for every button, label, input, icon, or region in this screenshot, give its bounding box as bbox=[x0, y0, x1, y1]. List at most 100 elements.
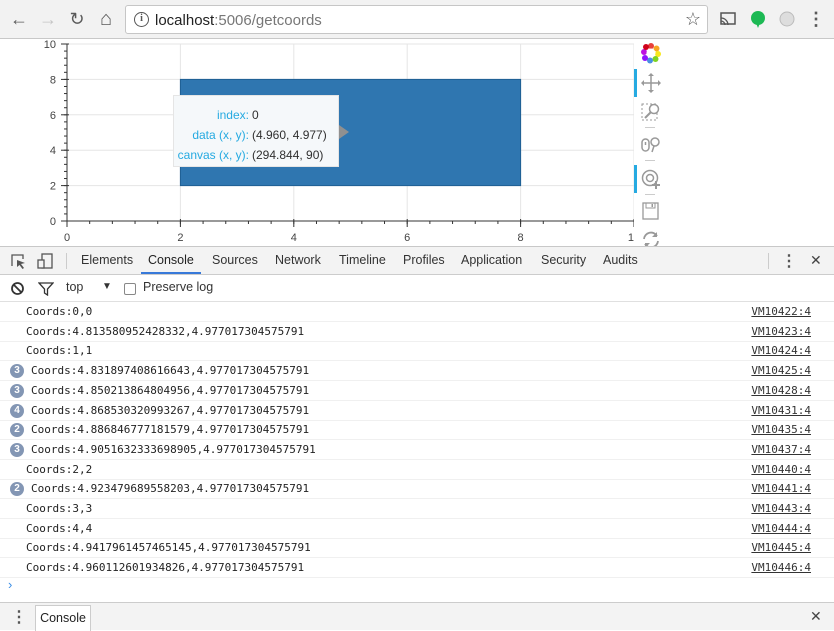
y-tick-label: 6 bbox=[50, 110, 56, 122]
log-source-link[interactable]: VM10425:4 bbox=[751, 361, 811, 380]
console-log-row: 3 Coords:4.831897408616643,4.977017304575… bbox=[0, 361, 834, 382]
tabbar-divider bbox=[768, 253, 769, 269]
context-selector[interactable]: top bbox=[66, 280, 83, 294]
bokeh-toolbar bbox=[634, 39, 668, 249]
wheel-zoom-tool-icon[interactable] bbox=[640, 134, 662, 156]
log-message: Coords:4.9417961457465145,4.977017304575… bbox=[26, 541, 311, 555]
device-toolbar-icon[interactable] bbox=[36, 252, 54, 270]
repeat-count-badge: 4 bbox=[10, 403, 24, 418]
reload-button[interactable]: ↻ bbox=[66, 8, 88, 30]
tab-console[interactable]: Console bbox=[141, 247, 201, 274]
bookmark-star-icon[interactable]: ☆ bbox=[685, 9, 701, 30]
site-info-icon[interactable]: i bbox=[134, 12, 149, 27]
forward-button[interactable]: → bbox=[37, 8, 59, 30]
cast-icon[interactable] bbox=[718, 9, 738, 29]
log-source-link[interactable]: VM10445:4 bbox=[751, 538, 811, 557]
pan-tool-icon[interactable] bbox=[640, 72, 662, 94]
x-tick-label: 2 bbox=[177, 232, 183, 244]
extension-chat-icon[interactable] bbox=[748, 9, 768, 29]
log-source-link[interactable]: VM10422:4 bbox=[751, 302, 811, 321]
console-messages: Coords:0,0 VM10422:4 Coords:4.813580952428… bbox=[0, 302, 834, 602]
console-log-row: Coords:0,0 VM10422:4 bbox=[0, 302, 834, 322]
tab-network[interactable]: Network bbox=[268, 247, 328, 274]
tooltip-row-index: index: 0 bbox=[216, 108, 259, 122]
toolbar-divider bbox=[645, 160, 655, 161]
tab-profiles[interactable]: Profiles bbox=[396, 247, 452, 274]
repeat-count-badge: 3 bbox=[10, 442, 24, 457]
log-source-link[interactable]: VM10446:4 bbox=[751, 558, 811, 577]
filter-icon[interactable] bbox=[38, 281, 54, 296]
log-message: Coords:3,3 bbox=[26, 502, 93, 515]
devtools-tabbar: Elements Console Sources Network Timeline Pro… bbox=[0, 247, 834, 275]
prompt-chevron-icon: › bbox=[8, 577, 13, 592]
log-source-link[interactable]: VM10437:4 bbox=[751, 440, 811, 459]
devtools-panel: Elements Console Sources Network Timeline Pro… bbox=[0, 246, 834, 631]
toolbar-divider bbox=[645, 194, 655, 195]
console-log-row: 2 Coords:4.923479689558203,4.977017304575… bbox=[0, 479, 834, 500]
log-message: Coords:4.960112601934826,4.9770173045757… bbox=[26, 561, 305, 575]
log-message: Coords:4.868530320993267,4.9770173045757… bbox=[31, 403, 310, 417]
console-log-row: Coords:4.813580952428332,4.9770173045757… bbox=[0, 322, 834, 342]
repeat-count-badge: 3 bbox=[10, 364, 24, 379]
y-tick-label: 2 bbox=[50, 181, 56, 193]
devtools-drawer: ⋮ Console ✕ bbox=[0, 602, 834, 631]
repeat-count-badge: 2 bbox=[10, 482, 24, 497]
box-zoom-tool-icon[interactable] bbox=[640, 101, 662, 123]
tab-security[interactable]: Security bbox=[534, 247, 593, 274]
more-vert-icon: ⋮ bbox=[807, 8, 825, 29]
log-message: Coords:0,0 bbox=[26, 305, 93, 318]
tab-sources[interactable]: Sources bbox=[205, 247, 265, 274]
tooltip-pointer bbox=[339, 125, 349, 139]
log-message: Coords:4.923479689558203,4.9770173045757… bbox=[31, 482, 310, 496]
log-message: Coords:4.850213864804956,4.9770173045757… bbox=[31, 383, 310, 397]
drawer-tab-console[interactable]: Console bbox=[35, 605, 91, 631]
console-log-row: Coords:2,2 VM10440:4 bbox=[0, 460, 834, 480]
home-button[interactable]: ⌂ bbox=[95, 8, 117, 30]
tab-elements[interactable]: Elements bbox=[74, 247, 140, 274]
console-log-row: Coords:4,4 VM10444:4 bbox=[0, 519, 834, 539]
log-source-link[interactable]: VM10424:4 bbox=[751, 341, 811, 360]
drawer-close-icon[interactable]: ✕ bbox=[810, 608, 822, 625]
console-log-row: 2 Coords:4.886846777181579,4.977017304575… bbox=[0, 420, 834, 441]
devtools-close-icon[interactable]: ✕ bbox=[810, 252, 822, 269]
bokeh-logo-icon[interactable] bbox=[640, 42, 662, 64]
pan-active-indicator bbox=[634, 69, 637, 97]
log-source-link[interactable]: VM10440:4 bbox=[751, 460, 811, 479]
log-source-link[interactable]: VM10431:4 bbox=[751, 401, 811, 420]
url-text[interactable]: localhost:5006/getcoords bbox=[155, 12, 322, 29]
drawer-menu-icon[interactable]: ⋮ bbox=[11, 607, 27, 627]
y-tick-label: 8 bbox=[50, 74, 56, 86]
log-source-link[interactable]: VM10444:4 bbox=[751, 519, 811, 538]
x-tick-label: 0 bbox=[64, 232, 70, 244]
devtools-menu-icon[interactable]: ⋮ bbox=[781, 251, 797, 271]
inspect-element-icon[interactable] bbox=[9, 253, 27, 269]
clear-console-icon[interactable] bbox=[10, 281, 25, 296]
tab-timeline[interactable]: Timeline bbox=[332, 247, 393, 274]
back-icon: ← bbox=[10, 8, 28, 29]
hover-tooltip: index: 0 data (x, y): (4.960, 4.977) canva… bbox=[173, 95, 349, 167]
console-log-row: 3 Coords:4.9051632333698905,4.97701730457… bbox=[0, 440, 834, 460]
log-source-link[interactable]: VM10428:4 bbox=[751, 381, 811, 400]
tap-tool-icon[interactable] bbox=[640, 168, 662, 190]
extension-gray-icon[interactable] bbox=[777, 9, 797, 29]
tab-audits[interactable]: Audits bbox=[596, 247, 645, 274]
x-tick-label: 6 bbox=[404, 232, 410, 244]
chrome-menu-button[interactable]: ⋮ bbox=[805, 8, 827, 30]
log-message: Coords:4.9051632333698905,4.977017304575… bbox=[31, 442, 316, 456]
back-button[interactable]: ← bbox=[8, 8, 30, 30]
log-source-link[interactable]: VM10443:4 bbox=[751, 499, 811, 518]
home-icon: ⌂ bbox=[99, 7, 113, 30]
tab-application[interactable]: Application bbox=[454, 247, 529, 274]
console-prompt[interactable]: › bbox=[8, 577, 12, 592]
save-tool-icon[interactable] bbox=[640, 200, 662, 222]
log-source-link[interactable]: VM10435:4 bbox=[751, 420, 811, 439]
console-log-row: Coords:4.9417961457465145,4.977017304575… bbox=[0, 538, 834, 559]
log-message: Coords:4.831897408616643,4.9770173045757… bbox=[31, 364, 310, 378]
repeat-count-badge: 3 bbox=[10, 383, 24, 398]
preserve-log-checkbox[interactable] bbox=[124, 283, 136, 295]
x-tick-label: 4 bbox=[291, 232, 297, 244]
address-bar[interactable]: i localhost:5006/getcoords ☆ bbox=[125, 5, 708, 34]
log-source-link[interactable]: VM10441:4 bbox=[751, 479, 811, 498]
context-dropdown-icon[interactable]: ▼ bbox=[102, 281, 112, 292]
log-source-link[interactable]: VM10423:4 bbox=[751, 322, 811, 341]
